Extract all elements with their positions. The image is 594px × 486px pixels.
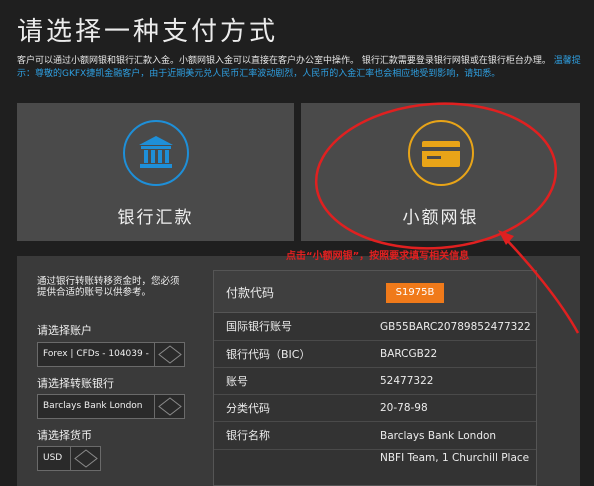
- row-value: Barclays Bank London: [380, 430, 497, 442]
- bank-details-table: 付款代码 S1975B 国际银行账号 GB55BARC2078985247732…: [213, 270, 537, 486]
- info-text: 客户可以通过小额网银和银行汇款入金。小额网银入金可以直接在客户办公室中操作。 银…: [17, 56, 551, 66]
- bank-transfer-label: 银行汇款: [117, 208, 194, 228]
- bank-icon: [138, 136, 173, 168]
- account-label: 请选择账户: [37, 324, 92, 337]
- payment-code-row: 付款代码 S1975B: [214, 271, 536, 313]
- row-key: 账号: [226, 375, 248, 388]
- page-title: 请选择一种支付方式: [17, 17, 279, 47]
- table-row: 银行名称 Barclays Bank London: [214, 422, 536, 450]
- row-value: 20-78-98: [380, 402, 428, 414]
- account-select[interactable]: Forex | CFDs - 104039 -: [37, 342, 185, 367]
- row-key: 银行代码（BIC）: [226, 348, 311, 361]
- currency-label: 请选择货币: [37, 429, 92, 442]
- online-banking-label: 小额网银: [402, 208, 479, 228]
- currency-select[interactable]: USD: [37, 446, 101, 471]
- select-arrow-box[interactable]: [154, 343, 184, 366]
- select-arrow-box[interactable]: [70, 447, 100, 470]
- table-row: 银行代码（BIC） BARCGB22: [214, 341, 536, 368]
- row-value: BARCGB22: [380, 348, 438, 360]
- row-value: GB55BARC20789852477322: [380, 321, 531, 333]
- currency-select-value: USD: [43, 453, 63, 463]
- row-value: 52477322: [380, 375, 434, 387]
- table-row: 账号 52477322: [214, 368, 536, 395]
- payment-code-badge: S1975B: [386, 283, 444, 303]
- row-key: 国际银行账号: [226, 320, 292, 333]
- annotation-text: 点击“小额网银”，按照要求填写相关信息: [286, 251, 470, 262]
- select-arrow-box[interactable]: [154, 395, 184, 418]
- table-row: 分类代码 20-78-98: [214, 395, 536, 422]
- row-value: NBFI Team, 1 Churchill Place: [380, 452, 530, 464]
- bank-transfer-tile[interactable]: 银行汇款: [17, 103, 294, 241]
- table-row: NBFI Team, 1 Churchill Place: [214, 450, 536, 485]
- account-select-value: Forex | CFDs - 104039 -: [43, 349, 149, 359]
- row-key: 银行名称: [226, 429, 270, 442]
- card-icon: [421, 141, 460, 167]
- row-key: 分类代码: [226, 402, 270, 415]
- online-banking-tile[interactable]: 小额网银: [301, 103, 580, 241]
- payment-code-label: 付款代码: [226, 286, 275, 300]
- chevron-updown-icon: [158, 345, 182, 364]
- bank-label: 请选择转账银行: [37, 377, 114, 390]
- transfer-instructions: 通过银行转账转移资金时，您必须提供合适的账号以供参考。: [37, 276, 180, 298]
- table-row: 国际银行账号 GB55BARC20789852477322: [214, 313, 536, 341]
- bank-select-value: Barclays Bank London: [43, 401, 143, 411]
- chevron-updown-icon: [158, 397, 182, 416]
- info-paragraph: 客户可以通过小额网银和银行汇款入金。小额网银入金可以直接在客户办公室中操作。 银…: [17, 55, 583, 81]
- chevron-updown-icon: [74, 449, 98, 468]
- bank-select[interactable]: Barclays Bank London: [37, 394, 185, 419]
